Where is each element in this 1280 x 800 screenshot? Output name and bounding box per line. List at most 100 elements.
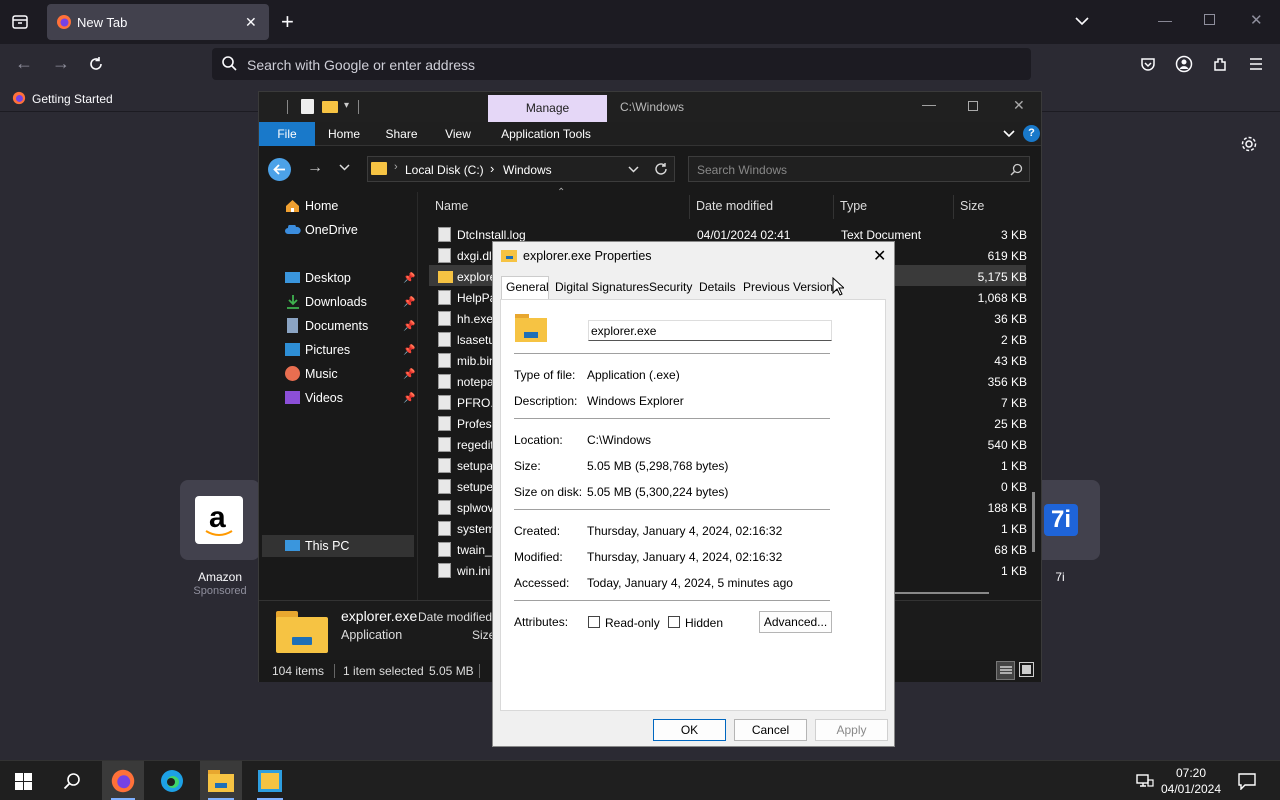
location-value: C:\Windows: [587, 433, 652, 447]
list-all-tabs-chevron-icon[interactable]: [1074, 13, 1090, 29]
tab-digital-signatures[interactable]: Digital Signatures: [555, 280, 649, 294]
ok-button[interactable]: OK: [653, 719, 726, 741]
pin-icon: 📌: [403, 393, 416, 404]
horizontal-scrollbar-thumb[interactable]: [889, 592, 989, 594]
edge-logo-icon[interactable]: [160, 769, 184, 793]
tab-details[interactable]: Details: [699, 280, 736, 294]
clock-date: 04/01/2024: [1160, 782, 1222, 796]
gear-icon[interactable]: [1240, 135, 1258, 153]
firefox-view-icon[interactable]: [11, 13, 29, 31]
file-icon: [438, 227, 451, 242]
help-icon[interactable]: ?: [1023, 125, 1040, 142]
browser-tab-new-tab[interactable]: New Tab ✕: [47, 4, 269, 40]
notification-icon[interactable]: [1238, 772, 1256, 790]
expand-ribbon-chevron-icon[interactable]: [1003, 128, 1015, 140]
minimize-icon[interactable]: —: [1158, 12, 1172, 28]
ribbon-tab-share[interactable]: Share: [379, 122, 424, 146]
column-type[interactable]: Type: [840, 199, 867, 213]
ribbon-tab-home[interactable]: Home: [322, 122, 366, 146]
created-value: Thursday, January 4, 2024, 02:16:32: [587, 524, 783, 538]
file-size: 1 KB: [1000, 522, 1027, 536]
breadcrumb-windows[interactable]: Windows: [503, 163, 552, 177]
recent-locations-chevron-icon[interactable]: [339, 163, 350, 173]
pocket-icon[interactable]: [1139, 55, 1157, 73]
ribbon-tab-application-tools[interactable]: Application Tools: [496, 122, 596, 146]
remote-app-icon[interactable]: [258, 770, 282, 792]
file-explorer-icon[interactable]: [208, 770, 234, 792]
divider: [334, 664, 335, 678]
apply-button[interactable]: Apply: [815, 719, 888, 741]
advanced-button[interactable]: Advanced...: [759, 611, 832, 633]
firefox-logo-icon: [56, 14, 72, 30]
account-icon[interactable]: [1175, 55, 1193, 73]
details-view-icon[interactable]: [996, 661, 1015, 680]
back-arrow-icon[interactable]: ←: [15, 53, 33, 74]
hidden-checkbox[interactable]: [668, 616, 680, 628]
tab-security[interactable]: Security: [649, 280, 692, 294]
new-folder-quick-icon[interactable]: [322, 101, 338, 113]
firefox-logo-icon[interactable]: [111, 769, 135, 793]
details-date-label: Date modified: [418, 610, 493, 624]
shortcut-tile-amazon[interactable]: a: [180, 480, 260, 560]
back-arrow-icon[interactable]: [268, 158, 291, 181]
extensions-icon[interactable]: [1212, 55, 1230, 73]
address-bar[interactable]: › Local Disk (C:) › Windows: [367, 156, 675, 182]
url-bar[interactable]: Search with Google or enter address: [212, 48, 1031, 80]
network-icon[interactable]: [1136, 772, 1154, 790]
column-date-modified[interactable]: Date modified: [696, 199, 773, 213]
hamburger-menu-icon[interactable]: [1248, 56, 1264, 72]
file-size: 68 KB: [994, 543, 1027, 557]
refresh-icon[interactable]: [654, 162, 668, 176]
close-tab-icon[interactable]: ✕: [245, 14, 257, 31]
taskbar-clock[interactable]: 07:20 04/01/2024: [1156, 765, 1226, 797]
firefox-logo-icon: [12, 91, 26, 105]
read-only-label[interactable]: Read-only: [605, 616, 660, 630]
search-icon[interactable]: [63, 772, 81, 790]
breadcrumb-local-disk[interactable]: Local Disk (C:): [405, 163, 484, 177]
properties-dialog: explorer.exe Properties ✕ General Digita…: [492, 241, 895, 747]
selected-size: 5.05 MB: [429, 664, 474, 678]
large-icons-view-icon[interactable]: [1019, 662, 1034, 677]
vertical-scrollbar-thumb[interactable]: [1032, 492, 1035, 552]
minimize-icon[interactable]: —: [922, 96, 936, 112]
modified-value: Thursday, January 4, 2024, 02:16:32: [587, 550, 783, 564]
search-placeholder: Search Windows: [697, 163, 788, 177]
filename-field[interactable]: [588, 320, 832, 341]
cancel-button[interactable]: Cancel: [734, 719, 807, 741]
file-icon: [438, 416, 451, 431]
file-size: 0 KB: [1000, 480, 1027, 494]
windows-start-icon[interactable]: [15, 773, 32, 790]
folder-icon: [515, 314, 547, 342]
maximize-icon[interactable]: [968, 101, 978, 111]
search-windows-field[interactable]: Search Windows: [688, 156, 1030, 182]
reload-icon[interactable]: [87, 55, 105, 73]
new-tab-plus-icon[interactable]: +: [281, 9, 294, 35]
read-only-checkbox[interactable]: [588, 616, 600, 628]
address-dropdown-chevron-icon[interactable]: [628, 165, 639, 175]
close-window-icon[interactable]: ✕: [1013, 97, 1025, 114]
column-size[interactable]: Size: [960, 199, 984, 213]
maximize-icon[interactable]: [1204, 14, 1215, 25]
column-name[interactable]: Name: [435, 199, 468, 213]
ribbon-tab-file[interactable]: File: [259, 122, 315, 146]
pin-icon: 📌: [403, 369, 416, 380]
hidden-label[interactable]: Hidden: [685, 616, 723, 630]
customize-quick-access-icon[interactable]: ▾: [344, 100, 349, 111]
documents-icon: [287, 318, 298, 333]
file-icon: [438, 353, 451, 368]
description-label: Description:: [514, 394, 578, 408]
properties-quick-icon[interactable]: [301, 99, 314, 114]
tab-previous-versions[interactable]: Previous Versions: [743, 280, 839, 294]
ribbon-tab-view[interactable]: View: [437, 122, 479, 146]
close-window-icon[interactable]: ✕: [1250, 11, 1263, 29]
forward-arrow-icon[interactable]: →: [307, 159, 323, 177]
amazon-logo-icon: a: [195, 496, 243, 544]
tab-general[interactable]: General: [506, 280, 549, 294]
contextual-tab-manage[interactable]: Manage: [488, 95, 607, 122]
bookmark-getting-started[interactable]: Getting Started: [32, 92, 113, 106]
file-icon: [438, 332, 451, 347]
file-icon: [438, 500, 451, 515]
close-dialog-icon[interactable]: ✕: [873, 246, 886, 266]
forward-arrow-icon[interactable]: →: [52, 53, 70, 74]
modified-label: Modified:: [514, 550, 563, 564]
